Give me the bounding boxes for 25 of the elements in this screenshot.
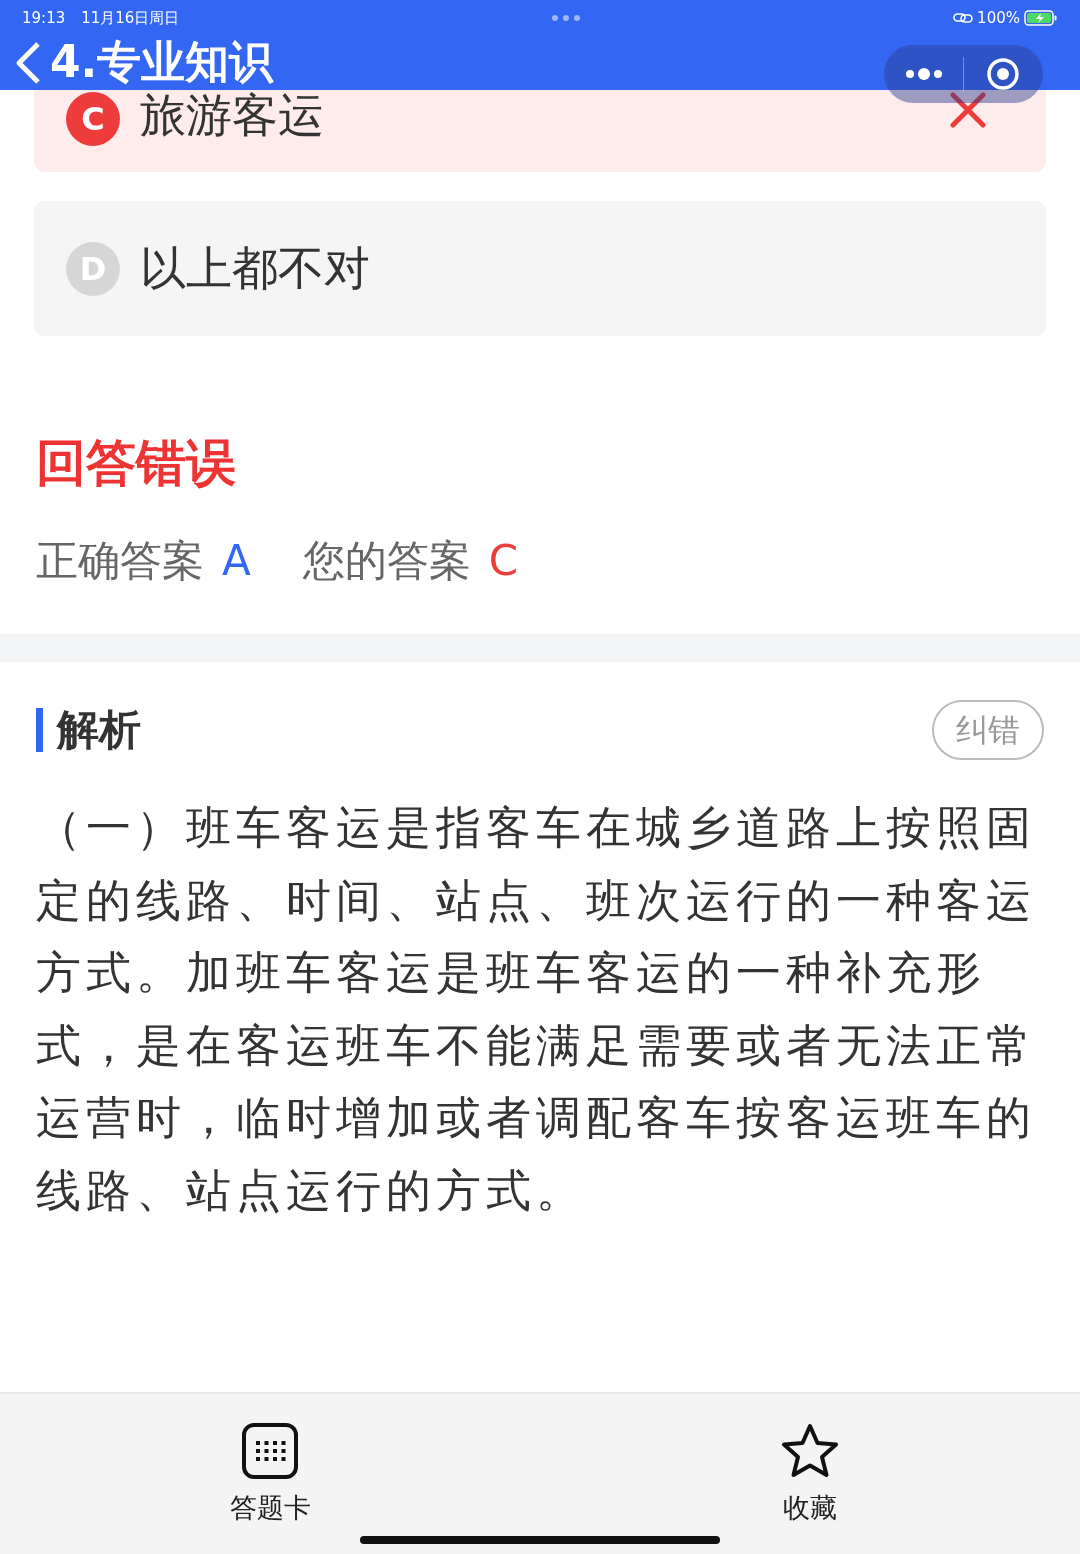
grid-icon — [241, 1422, 299, 1480]
result-title: 回答错误 — [36, 433, 237, 494]
option-text: 旅游客运 — [140, 92, 324, 138]
your-answer-label: 您的答案 — [302, 535, 471, 587]
close-target-icon[interactable] — [986, 57, 1020, 91]
option-card[interactable]: C 旅游客运 — [34, 90, 1046, 172]
wrong-icon — [950, 92, 986, 128]
your-answer: C — [488, 535, 519, 587]
more-dots-icon — [551, 14, 582, 22]
bottom-tab[interactable]: 收藏 — [540, 1394, 1080, 1554]
analysis-text: （一）班车客运是指客车在城乡道路上按照固定的线路、时间、站点、班次运行的一种客运方式。加班车客运是班车客运的一种补充形式，是在客运班车不能满足需要或者无法正常运营时，临时增加或者调配客车按客运班车的线路、站点运行的方式。 — [36, 800, 1037, 1219]
option-text: 以上都不对 — [140, 240, 370, 297]
bottom-tab[interactable]: 答题卡 — [0, 1394, 540, 1554]
option-letter: C — [66, 92, 120, 146]
more-icon[interactable] — [905, 68, 943, 80]
section-title: 解析 — [36, 708, 141, 752]
battery-icon — [1024, 10, 1058, 26]
battery-percent: 100% — [977, 7, 1020, 29]
star-icon — [780, 1422, 840, 1480]
correct-answer-label: 正确答案 — [36, 535, 204, 587]
correct-answer: A — [222, 535, 251, 587]
page-title: 4.专业知识 — [50, 35, 274, 89]
link-icon — [953, 12, 974, 24]
status-date: 11月16日周日 — [81, 7, 180, 29]
status-time: 19:13 — [22, 7, 66, 29]
